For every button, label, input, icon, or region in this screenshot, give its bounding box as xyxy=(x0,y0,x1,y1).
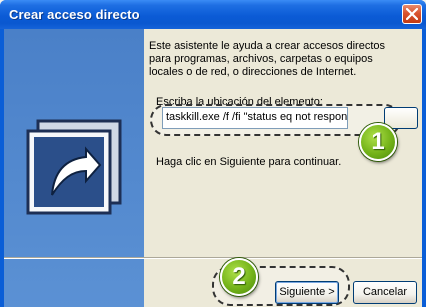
close-button[interactable] xyxy=(402,4,422,24)
cancel-button[interactable]: Cancelar xyxy=(353,281,417,304)
wizard-banner xyxy=(4,29,144,307)
intro-text: Este asistente le ayuda a crear accesos … xyxy=(149,40,386,78)
title-bar[interactable]: Crear acceso directo xyxy=(0,0,426,29)
wizard-window: Crear acceso directo Este asistente le a… xyxy=(0,0,426,307)
location-input[interactable]: taskkill.exe /f /fi "status eq not respo… xyxy=(162,107,348,129)
next-button[interactable]: Siguiente > xyxy=(275,281,339,304)
continue-hint: Haga clic en Siguiente para continuar. xyxy=(156,156,342,168)
window-title: Crear acceso directo xyxy=(9,7,140,22)
step-badge-2: 2 xyxy=(220,258,258,296)
shortcut-icon xyxy=(26,119,122,215)
close-icon xyxy=(406,8,418,20)
wizard-body: Este asistente le ayuda a crear accesos … xyxy=(4,29,422,307)
step-badge-1: 1 xyxy=(359,123,397,161)
button-separator xyxy=(4,257,422,259)
